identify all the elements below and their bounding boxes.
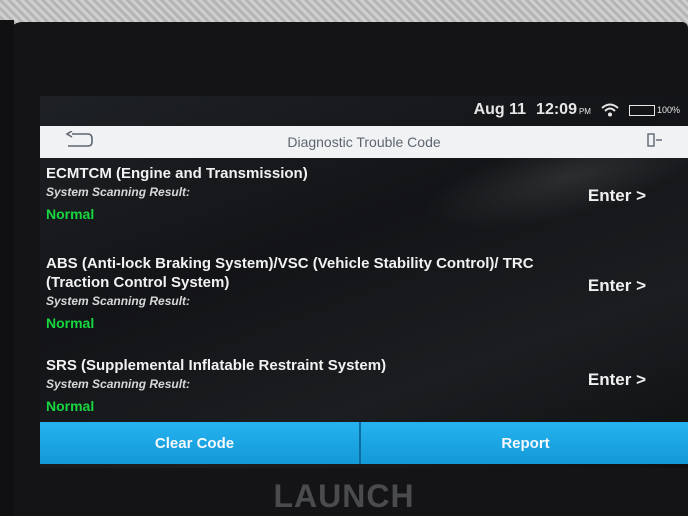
system-name: ECMTCM (Engine and Transmission) xyxy=(46,165,308,182)
system-row-srs: SRS (Supplemental Inflatable Restraint S… xyxy=(40,356,688,426)
system-name: SRS (Supplemental Inflatable Restraint S… xyxy=(46,357,387,374)
battery-percent: 100% xyxy=(656,105,680,115)
status-clock: 12:09 PM xyxy=(536,101,591,119)
clear-code-button[interactable]: Clear Code xyxy=(40,422,361,464)
brand-logo: LAUNCH xyxy=(273,478,415,514)
exit-icon xyxy=(646,132,664,153)
wifi-icon xyxy=(601,103,619,117)
status-time: 12:09 xyxy=(536,101,577,118)
enter-button[interactable]: Enter > xyxy=(588,276,646,296)
title-bar: Diagnostic Trouble Code xyxy=(40,126,688,158)
system-name: ABS (Anti-lock Braking System)/VSC (Vehi… xyxy=(46,255,534,291)
status-date: Aug 11 xyxy=(473,101,527,118)
enter-button[interactable]: Enter > xyxy=(588,370,646,390)
enter-button[interactable]: Enter > xyxy=(588,186,646,206)
scan-result-value: Normal xyxy=(46,315,95,331)
system-list: ECMTCM (Engine and Transmission) System … xyxy=(40,164,688,426)
page-title: Diagnostic Trouble Code xyxy=(287,134,441,150)
system-row-abs: ABS (Anti-lock Braking System)/VSC (Vehi… xyxy=(40,254,688,356)
device-edge xyxy=(0,20,14,516)
report-button[interactable]: Report xyxy=(361,422,688,464)
status-bar: Aug 11 12:09 PM 100% xyxy=(40,96,688,124)
back-arrow-icon xyxy=(64,129,94,154)
exit-button[interactable] xyxy=(642,131,668,153)
battery-indicator: 100% xyxy=(628,104,680,116)
action-bar: Clear Code Report xyxy=(40,422,688,464)
device-screen: Aug 11 12:09 PM 100% Diagnostic Trouble … xyxy=(40,96,688,468)
scan-result-value: Normal xyxy=(46,206,95,222)
status-ampm: PM xyxy=(578,107,591,116)
system-row-ecmtcm: ECMTCM (Engine and Transmission) System … xyxy=(40,164,688,254)
back-button[interactable] xyxy=(62,129,96,154)
battery-icon xyxy=(628,104,655,116)
scan-result-value: Normal xyxy=(46,398,95,414)
